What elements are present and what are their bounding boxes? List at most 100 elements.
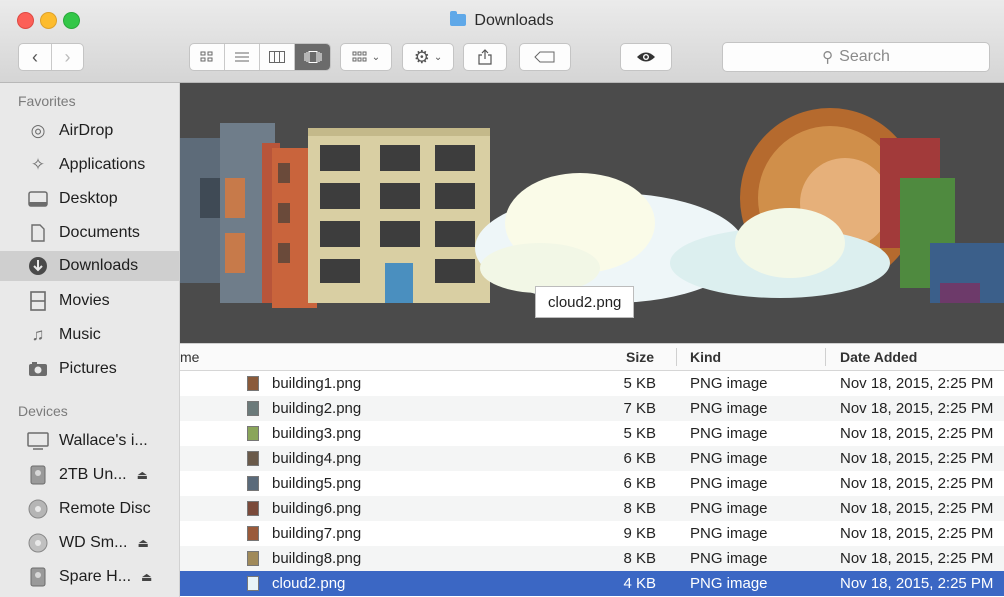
back-button[interactable]: ‹ — [19, 44, 52, 70]
window-title: Downloads — [0, 11, 1004, 30]
file-date-added: Nov 18, 2015, 2:25 PM — [840, 575, 994, 592]
sidebar-item-downloads[interactable]: Downloads — [0, 251, 179, 281]
table-row[interactable]: building8.png 8 KB PNG image Nov 18, 2015, … — [180, 546, 1004, 571]
music-icon: ♫ — [31, 325, 45, 344]
window-title-text: Downloads — [474, 12, 554, 29]
sidebar-item-label: Movies — [59, 292, 110, 309]
sidebar-item-wd[interactable]: WD Sm... ⏏ — [0, 528, 179, 558]
file-size: 5 KB — [623, 375, 656, 392]
sidebar-item-spare[interactable]: Spare H... ⏏ — [0, 562, 179, 592]
tags-button[interactable] — [519, 43, 571, 71]
eject-icon[interactable]: ⏏ — [141, 570, 152, 584]
favorites-heading: Favorites — [18, 93, 76, 109]
devices-heading: Devices — [18, 403, 68, 419]
file-kind: PNG image — [690, 525, 768, 542]
list-view-button[interactable] — [225, 44, 260, 70]
file-size: 5 KB — [623, 425, 656, 442]
sidebar-item-music[interactable]: ♫ Music — [0, 320, 179, 350]
list-view-icon — [235, 52, 249, 62]
png-file-icon — [247, 451, 259, 466]
search-icon: ⚲ — [822, 49, 834, 66]
view-mode-buttons — [189, 43, 331, 71]
file-size: 9 KB — [623, 525, 656, 542]
file-date-added: Nov 18, 2015, 2:25 PM — [840, 400, 994, 417]
file-size: 6 KB — [623, 450, 656, 467]
file-name: building1.png — [272, 375, 362, 392]
forward-button[interactable]: › — [52, 44, 83, 70]
eject-icon[interactable]: ⏏ — [137, 536, 148, 550]
file-date-added: Nov 18, 2015, 2:25 PM — [840, 425, 994, 442]
sidebar-item-documents[interactable]: Documents — [0, 218, 179, 248]
file-name: building8.png — [272, 550, 362, 567]
sidebar-item-label: Pictures — [59, 360, 117, 377]
sidebar-item-label: Music — [59, 326, 101, 343]
sidebar-item-label: AirDrop — [59, 122, 114, 139]
column-separator[interactable] — [825, 348, 826, 366]
folder-icon — [450, 11, 467, 26]
png-file-icon — [247, 576, 259, 591]
tag-icon — [534, 51, 555, 63]
column-view-button[interactable] — [260, 44, 295, 70]
file-date-added: Nov 18, 2015, 2:25 PM — [840, 550, 994, 567]
sidebar-item-label: Spare H... — [59, 568, 132, 585]
file-name: building6.png — [272, 500, 362, 517]
file-size: 4 KB — [623, 575, 656, 592]
column-separator[interactable] — [676, 348, 677, 366]
sidebar: Favorites ◎ AirDrop ✧ Applications Desktop… — [0, 83, 180, 597]
documents-icon — [26, 222, 50, 244]
file-date-added: Nov 18, 2015, 2:25 PM — [840, 375, 994, 392]
disk-icon — [26, 566, 50, 588]
table-row[interactable]: building6.png 8 KB PNG image Nov 18, 2015, … — [180, 496, 1004, 521]
file-size: 8 KB — [623, 550, 656, 567]
file-kind: PNG image — [690, 375, 768, 392]
file-kind: PNG image — [690, 550, 768, 567]
sidebar-item-movies[interactable]: Movies — [0, 286, 179, 316]
file-kind: PNG image — [690, 450, 768, 467]
file-date-added: Nov 18, 2015, 2:25 PM — [840, 500, 994, 517]
desktop-icon — [26, 188, 50, 210]
sidebar-item-desktop[interactable]: Desktop — [0, 184, 179, 214]
sidebar-item-2tb[interactable]: 2TB Un... ⏏ — [0, 460, 179, 490]
airdrop-icon: ◎ — [30, 121, 46, 140]
share-button[interactable] — [463, 43, 507, 71]
png-file-icon — [247, 501, 259, 516]
sidebar-item-label: Downloads — [59, 257, 139, 274]
table-row[interactable]: building4.png 6 KB PNG image Nov 18, 2015, … — [180, 446, 1004, 471]
sidebar-item-label: 2TB Un... — [59, 466, 127, 483]
arrange-button[interactable]: ⌄ — [340, 43, 392, 71]
file-kind: PNG image — [690, 475, 768, 492]
filename-tooltip: cloud2.png — [535, 286, 635, 318]
name-column-header[interactable]: me — [180, 349, 199, 365]
sidebar-item-applications[interactable]: ✧ Applications — [0, 150, 179, 180]
search-field[interactable]: ⚲ Search — [722, 42, 990, 72]
date-column-header[interactable]: Date Added — [840, 349, 917, 365]
cover-flow-view-button[interactable] — [295, 44, 330, 70]
sidebar-item-airdrop[interactable]: ◎ AirDrop — [0, 116, 179, 146]
table-row[interactable]: building7.png 9 KB PNG image Nov 18, 2015, … — [180, 521, 1004, 546]
kind-column-header[interactable]: Kind — [690, 349, 721, 365]
table-row[interactable]: building2.png 7 KB PNG image Nov 18, 2015, … — [180, 396, 1004, 421]
table-row[interactable]: building1.png 5 KB PNG image Nov 18, 2015, … — [180, 371, 1004, 396]
sidebar-item-pictures[interactable]: Pictures — [0, 354, 179, 384]
disk-icon — [26, 532, 50, 554]
table-row[interactable]: building3.png 5 KB PNG image Nov 18, 2015, … — [180, 421, 1004, 446]
icon-view-button[interactable] — [190, 44, 225, 70]
png-file-icon — [247, 376, 259, 391]
png-file-icon — [247, 551, 259, 566]
chevron-down-icon: ⌄ — [433, 51, 443, 63]
share-icon — [478, 49, 492, 65]
action-button[interactable]: ⚙ ⌄ — [402, 43, 454, 71]
table-row[interactable]: building5.png 6 KB PNG image Nov 18, 2015, … — [180, 471, 1004, 496]
eject-icon[interactable]: ⏏ — [137, 468, 148, 482]
file-size: 6 KB — [623, 475, 656, 492]
remote-disc-icon — [26, 498, 50, 520]
size-column-header[interactable]: Size — [626, 349, 654, 365]
quick-look-button[interactable] — [620, 43, 672, 71]
sidebar-item-computer[interactable]: Wallace's i... — [0, 426, 179, 456]
file-kind: PNG image — [690, 425, 768, 442]
cover-flow-preview[interactable]: cloud2.png — [180, 83, 1004, 343]
table-row[interactable]: cloud2.png 4 KB PNG image Nov 18, 2015, 2:2… — [180, 571, 1004, 596]
file-size: 8 KB — [623, 500, 656, 517]
sidebar-item-remote-disc[interactable]: Remote Disc — [0, 494, 179, 524]
file-date-added: Nov 18, 2015, 2:25 PM — [840, 450, 994, 467]
